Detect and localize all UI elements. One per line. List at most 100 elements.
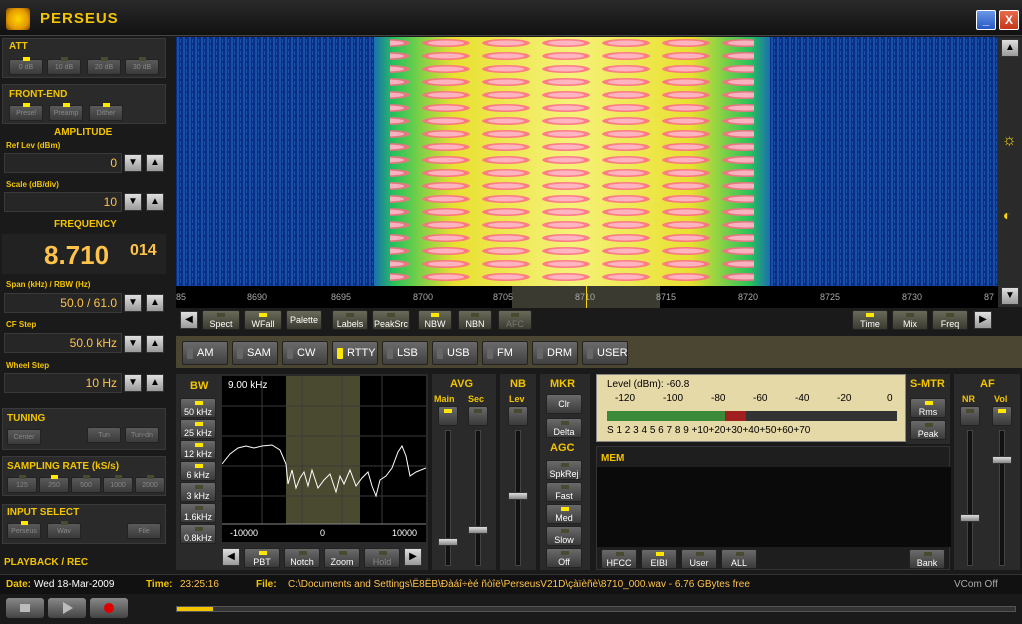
notch-button[interactable]: Notch [284,548,320,568]
sr-125-button[interactable]: 125 [7,475,37,493]
cfstep-up-button[interactable]: ▲ [146,335,164,353]
span-down-button[interactable]: ▼ [124,294,142,312]
presel-button[interactable]: Presel [9,103,43,121]
input-wav-button[interactable]: Wav [47,521,81,539]
palette-button[interactable]: Palette [286,310,322,330]
waterfall-display[interactable] [176,37,998,286]
frequency-scale[interactable]: 85 8690 8695 8700 8705 8710 8715 8720 87… [176,286,998,308]
att-20db-button[interactable]: 20 dB [87,57,121,75]
zoom-button[interactable]: Zoom [324,548,360,568]
bw-display[interactable]: 9.00 kHz -10000 0 10000 [222,376,426,542]
scale-down-button[interactable]: ▼ [124,193,142,211]
mode-rtty-button[interactable]: RTTY [332,341,378,365]
record-button[interactable] [90,598,128,618]
af-vol-toggle[interactable] [992,406,1012,426]
mode-fm-button[interactable]: FM [482,341,528,365]
mode-cw-button[interactable]: CW [282,341,328,365]
agc-med-button[interactable]: Med [546,504,582,524]
agc-slow-button[interactable]: Slow [546,526,582,546]
close-button[interactable]: X [999,10,1019,30]
mode-user-button[interactable]: USER [582,341,628,365]
spect-button[interactable]: Spect [202,310,240,330]
bw-12k-button[interactable]: 12 kHz [180,440,216,460]
avg-main-toggle[interactable] [438,406,458,426]
wf-scroll-up-button[interactable]: ▲ [1001,39,1019,57]
mem-eibi-button[interactable]: EIBI [641,549,677,569]
bw-1k6-button[interactable]: 1.6kHz [180,503,216,523]
time-button[interactable]: Time [852,310,888,330]
agc-off-button[interactable]: Off [546,548,582,568]
peak-button[interactable]: Peak [910,420,946,440]
span-up-button[interactable]: ▲ [146,294,164,312]
rms-button[interactable]: Rms [910,398,946,418]
mem-list[interactable] [597,467,951,547]
scale-field[interactable]: 10 [4,192,122,212]
att-30db-button[interactable]: 30 dB [125,57,159,75]
wf-scroll-down-button[interactable]: ▼ [1001,287,1019,305]
ref-level-field[interactable]: 0 [4,153,122,173]
preamp-button[interactable]: Preamp [49,103,83,121]
agc-spkrej-button[interactable]: SpkRej [546,460,582,480]
af-vol-slider[interactable] [992,456,1012,464]
wheel-field[interactable]: 10 Hz [4,373,122,393]
sr-1000-button[interactable]: 1000 [103,475,133,493]
agc-fast-button[interactable]: Fast [546,482,582,502]
ref-down-button[interactable]: ▼ [124,154,142,172]
mode-lsb-button[interactable]: LSB [382,341,428,365]
pbt-button[interactable]: PBT [244,548,280,568]
input-file-button[interactable]: File [127,523,161,539]
dither-button[interactable]: Dither [89,103,123,121]
scroll-left-button[interactable]: ◀ [180,311,198,329]
wheel-down-button[interactable]: ▼ [124,374,142,392]
cfstep-down-button[interactable]: ▼ [124,335,142,353]
minimize-button[interactable]: _ [976,10,996,30]
af-nr-toggle[interactable] [960,406,980,426]
play-button[interactable] [48,598,86,618]
cfstep-field[interactable]: 50.0 kHz [4,333,122,353]
nb-slider[interactable] [508,492,528,500]
mode-sam-button[interactable]: SAM [232,341,278,365]
afc-button[interactable]: AFC [498,310,532,330]
bw-25k-button[interactable]: 25 kHz [180,419,216,439]
mode-am-button[interactable]: AM [182,341,228,365]
bw-3k-button[interactable]: 3 kHz [180,482,216,502]
scroll-right-button[interactable]: ▶ [974,311,992,329]
mkr-clr-button[interactable]: Clr [546,394,582,414]
mem-bank-button[interactable]: Bank [909,549,945,569]
af-nr-slider[interactable] [960,514,980,522]
tuning-center-button[interactable]: Center [7,429,41,445]
mix-button[interactable]: Mix [892,310,928,330]
sr-500-button[interactable]: 500 [71,475,101,493]
att-10db-button[interactable]: 10 dB [47,57,81,75]
mem-all-button[interactable]: ALL [721,549,757,569]
nb-toggle[interactable] [508,406,528,426]
playback-progress[interactable] [176,606,1016,612]
hold-button[interactable]: Hold [364,548,400,568]
wfall-button[interactable]: WFall [244,310,282,330]
sr-2000-button[interactable]: 2000 [135,475,165,493]
avg-sec-toggle[interactable] [468,406,488,426]
mode-usb-button[interactable]: USB [432,341,478,365]
mkr-delta-button[interactable]: Delta [546,418,582,438]
ref-up-button[interactable]: ▲ [146,154,164,172]
mem-hfcc-button[interactable]: HFCC [601,549,637,569]
scale-up-button[interactable]: ▲ [146,193,164,211]
span-field[interactable]: 50.0 / 61.0 [4,293,122,313]
bw-right-button[interactable]: ▶ [404,548,422,566]
mode-drm-button[interactable]: DRM [532,341,578,365]
mem-user-button[interactable]: User [681,549,717,569]
labels-button[interactable]: Labels [332,310,368,330]
bw-left-button[interactable]: ◀ [222,548,240,566]
input-perseus-button[interactable]: Perseus [7,521,41,539]
att-0db-button[interactable]: 0 dB [9,57,43,75]
tuning-tundn-button[interactable]: Tun-dn [125,427,159,443]
bw-0k8-button[interactable]: 0.8kHz [180,524,216,544]
frequency-display[interactable]: 8.710 014 [2,234,166,274]
avg-main-slider[interactable] [438,538,458,546]
peaksrc-button[interactable]: PeakSrc [372,310,410,330]
nbw-button[interactable]: NBW [418,310,452,330]
sr-250-button[interactable]: 250 [39,475,69,493]
freq-button[interactable]: Freq [932,310,968,330]
bw-6k-button[interactable]: 6 kHz [180,461,216,481]
stop-button[interactable] [6,598,44,618]
